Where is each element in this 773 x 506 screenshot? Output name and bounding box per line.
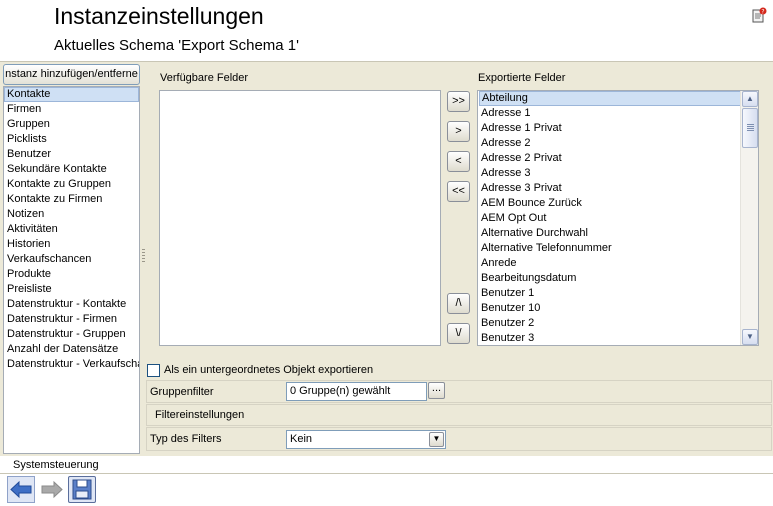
exported-field-item[interactable]: Benutzer 2 bbox=[478, 316, 758, 331]
instance-type-item[interactable]: Datenstruktur - Gruppen bbox=[4, 327, 139, 342]
floppy-disk-icon[interactable] bbox=[68, 476, 96, 503]
exported-field-item[interactable]: AEM Bounce Zurück bbox=[478, 196, 758, 211]
page-subtitle: Aktuelles Schema 'Export Schema 1' bbox=[54, 37, 300, 54]
scrollbar-grip-icon bbox=[747, 124, 754, 131]
sub-object-label: Als ein untergeordnetes Objekt exportier… bbox=[164, 364, 374, 376]
instance-type-item[interactable]: Aktivitäten bbox=[4, 222, 139, 237]
exported-field-item[interactable]: Benutzer 10 bbox=[478, 301, 758, 316]
move-up-button[interactable]: /\ bbox=[447, 293, 470, 314]
remove-all-fields-button[interactable]: << bbox=[447, 181, 470, 202]
instance-type-item[interactable]: Gruppen bbox=[4, 117, 139, 132]
exported-field-item[interactable]: Anrede bbox=[478, 256, 758, 271]
available-fields-list[interactable] bbox=[159, 90, 441, 346]
svg-text:?: ? bbox=[761, 9, 764, 16]
forward-arrow-icon[interactable] bbox=[38, 476, 66, 503]
group-filter-field[interactable]: 0 Gruppe(n) gewählt bbox=[286, 382, 427, 401]
scroll-down-icon[interactable]: ▼ bbox=[742, 329, 758, 345]
filter-type-label: Typ des Filters bbox=[150, 433, 222, 445]
instance-type-item[interactable]: Verkaufschancen bbox=[4, 252, 139, 267]
instance-type-item[interactable]: Produkte bbox=[4, 267, 139, 282]
instance-type-item[interactable]: Datenstruktur - Firmen bbox=[4, 312, 139, 327]
exported-field-item[interactable]: Benutzer 3 bbox=[478, 331, 758, 345]
instance-type-item[interactable]: Notizen bbox=[4, 207, 139, 222]
instance-type-item[interactable]: Kontakte zu Firmen bbox=[4, 192, 139, 207]
instance-type-item[interactable]: Benutzer bbox=[4, 147, 139, 162]
move-down-button[interactable]: \/ bbox=[447, 323, 470, 344]
group-filter-row bbox=[146, 380, 772, 403]
filter-settings-heading: Filtereinstellungen bbox=[155, 409, 245, 421]
splitter-grip[interactable] bbox=[142, 249, 145, 263]
back-arrow-icon[interactable] bbox=[7, 476, 35, 503]
instance-type-item[interactable]: Datenstruktur - Kontakte bbox=[4, 297, 139, 312]
instance-type-item[interactable]: Preisliste bbox=[4, 282, 139, 297]
exported-field-item[interactable]: Adresse 3 bbox=[478, 166, 758, 181]
instance-type-item[interactable]: Datenstruktur - Verkaufschancen bbox=[4, 357, 139, 372]
instance-type-item[interactable]: Picklists bbox=[4, 132, 139, 147]
instance-type-item[interactable]: Kontakte bbox=[4, 87, 139, 102]
exported-field-item[interactable]: Alternative Durchwahl bbox=[478, 226, 758, 241]
exported-field-item[interactable]: Adresse 3 Privat bbox=[478, 181, 758, 196]
instance-type-item[interactable]: Anzahl der Datensätze bbox=[4, 342, 139, 357]
exported-field-item[interactable]: Alternative Telefonnummer bbox=[478, 241, 758, 256]
exported-field-item[interactable]: Benutzer 1 bbox=[478, 286, 758, 301]
remove-field-button[interactable]: < bbox=[447, 151, 470, 172]
page-title: Instanzeinstellungen bbox=[54, 3, 264, 29]
filter-type-select[interactable]: Kein ▼ bbox=[286, 430, 446, 449]
exported-fields-label: Exportierte Felder bbox=[478, 72, 566, 84]
scrollbar-thumb[interactable] bbox=[742, 108, 758, 148]
instance-type-item[interactable]: Sekundäre Kontakte bbox=[4, 162, 139, 177]
instance-type-list[interactable]: Kontakte Firmen Gruppen Picklists Benutzer Se… bbox=[3, 86, 140, 454]
scroll-up-icon[interactable]: ▲ bbox=[742, 91, 758, 107]
exported-field-item[interactable]: Bearbeitungsdatum bbox=[478, 271, 758, 286]
exported-field-item[interactable]: AEM Opt Out bbox=[478, 211, 758, 226]
filter-type-value: Kein bbox=[290, 433, 313, 445]
help-document-icon[interactable]: ? bbox=[751, 7, 767, 23]
exported-fields-scrollbar[interactable]: ▲ ▼ bbox=[740, 91, 758, 345]
available-fields-label: Verfügbare Felder bbox=[160, 72, 249, 84]
instance-type-item[interactable]: Kontakte zu Gruppen bbox=[4, 177, 139, 192]
chevron-down-icon[interactable]: ▼ bbox=[429, 432, 444, 447]
footer-divider bbox=[0, 473, 773, 474]
filter-type-row bbox=[146, 427, 772, 451]
exported-field-item[interactable]: Adresse 2 Privat bbox=[478, 151, 758, 166]
group-filter-label: Gruppenfilter bbox=[150, 386, 214, 398]
exported-fields-list[interactable]: Abteilung Adresse 1 Adresse 1 Privat Adress… bbox=[477, 90, 759, 346]
exported-field-item[interactable]: Adresse 1 Privat bbox=[478, 121, 758, 136]
add-field-button[interactable]: > bbox=[447, 121, 470, 142]
exported-field-item[interactable]: Adresse 2 bbox=[478, 136, 758, 151]
exported-field-item[interactable]: Abteilung bbox=[479, 91, 741, 106]
system-control-label: Systemsteuerung bbox=[13, 459, 99, 471]
sub-object-checkbox[interactable] bbox=[147, 364, 160, 377]
group-filter-browse-button[interactable]: ... bbox=[428, 382, 445, 399]
instance-type-item[interactable]: Firmen bbox=[4, 102, 139, 117]
instance-type-item[interactable]: Historien bbox=[4, 237, 139, 252]
add-remove-instance-button[interactable]: nstanz hinzufügen/entferne bbox=[3, 64, 140, 85]
exported-field-item[interactable]: Adresse 1 bbox=[478, 106, 758, 121]
add-all-fields-button[interactable]: >> bbox=[447, 91, 470, 112]
